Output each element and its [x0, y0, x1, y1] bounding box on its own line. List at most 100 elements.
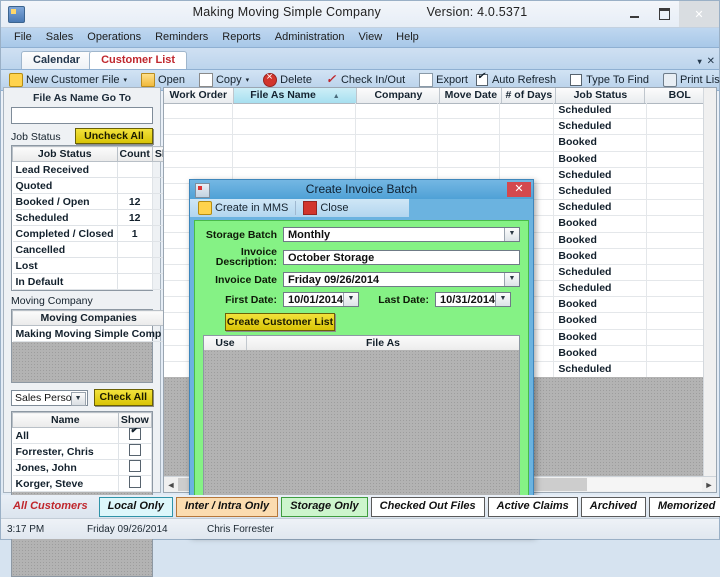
checkbox-icon[interactable] — [128, 444, 141, 456]
table-row[interactable]: Korger, Steve — [12, 475, 153, 492]
scroll-right-icon[interactable]: ► — [702, 480, 716, 490]
menu-item-operations[interactable]: Operations — [80, 28, 148, 47]
cell-job-status: Booked — [554, 297, 647, 313]
create-customer-list-button[interactable]: Create Customer List — [225, 313, 335, 331]
maximize-button[interactable] — [649, 1, 679, 27]
moving-company-empty-area — [12, 342, 152, 382]
chevron-down-icon[interactable]: ▼ — [343, 293, 358, 306]
table-row[interactable]: Booked — [164, 151, 716, 168]
col-use[interactable]: Use — [204, 336, 247, 350]
checkbox-icon[interactable] — [475, 71, 488, 86]
table-row[interactable]: All — [12, 427, 153, 444]
col-name[interactable]: Name — [12, 412, 119, 428]
scroll-left-icon[interactable]: ◄ — [164, 480, 178, 490]
table-row[interactable]: Lost — [12, 257, 186, 274]
status-bar: 3:17 PM Friday 09/26/2014 Chris Forreste… — [1, 518, 719, 539]
vertical-scrollbar[interactable] — [703, 88, 716, 477]
uncheck-all-job-status-button[interactable]: Uncheck All — [75, 128, 153, 144]
dialog-close-button[interactable]: ✕ — [507, 182, 531, 197]
file-as-name-goto-input[interactable] — [11, 107, 153, 124]
col-file-as[interactable]: File As — [247, 336, 519, 350]
menu-item-file[interactable]: File — [7, 28, 39, 47]
menu-item-reminders[interactable]: Reminders — [148, 28, 215, 47]
invoice-grid-body[interactable] — [204, 350, 519, 514]
create-in-mms-button[interactable]: Create in MMS — [194, 199, 292, 217]
menu-item-sales[interactable]: Sales — [39, 28, 81, 47]
col-company[interactable]: Company — [357, 88, 441, 103]
bottom-tab-memorized[interactable]: Memorized — [648, 497, 720, 517]
chevron-down-icon[interactable]: ▼ — [495, 293, 510, 306]
col-move-date[interactable]: Move Date — [440, 88, 503, 103]
col-moving-companies[interactable]: Moving Companies — [11, 310, 166, 326]
table-row[interactable]: Scheduled 12 — [12, 209, 186, 226]
sp-show[interactable] — [118, 475, 153, 492]
cell-company — [356, 119, 439, 135]
menu-item-reports[interactable]: Reports — [215, 28, 268, 47]
invoice-description-row: Invoice Description: October Storage — [203, 247, 520, 267]
checkbox-icon[interactable] — [128, 428, 141, 440]
close-dialog-button[interactable]: Close — [299, 199, 352, 217]
bottom-tab-all-customers[interactable]: All Customers — [5, 498, 96, 516]
table-row[interactable]: Booked — [164, 135, 716, 152]
bottom-tab-local-only[interactable]: Local Only — [98, 497, 173, 517]
chevron-down-icon[interactable]: ▾ — [124, 76, 128, 84]
bottom-tab-archived[interactable]: Archived — [580, 497, 646, 517]
invoice-date-select[interactable]: Friday 09/26/2014 ▼ — [283, 272, 520, 287]
menu-item-administration[interactable]: Administration — [268, 28, 352, 47]
table-row[interactable]: Completed / Closed 1 — [12, 225, 186, 242]
table-row[interactable]: Booked / Open 12 — [12, 193, 186, 210]
cell-work-order — [164, 103, 234, 119]
sp-show[interactable] — [118, 443, 153, 460]
chevron-down-icon[interactable]: ▾ — [246, 76, 250, 84]
bottom-tab-checked-out-files[interactable]: Checked Out Files — [370, 497, 485, 517]
bottom-tab-inter-intra-only[interactable]: Inter / Intra Only — [175, 497, 279, 517]
bottom-tab-active-claims[interactable]: Active Claims — [487, 497, 578, 517]
tab-strip-controls[interactable]: ▾ ✕ — [698, 56, 715, 67]
check-all-sales-person-button[interactable]: Check All — [93, 389, 153, 406]
chevron-down-icon[interactable]: ▼ — [504, 228, 519, 241]
col-show[interactable]: Show — [117, 412, 153, 428]
table-row[interactable]: Scheduled — [164, 119, 716, 136]
cell-company — [356, 135, 439, 151]
table-row[interactable]: Jones, John — [12, 459, 153, 476]
bottom-tab-storage-only[interactable]: Storage Only — [281, 497, 368, 517]
close-window-button[interactable]: ✕ — [679, 1, 719, 27]
last-date-label: Last Date: — [378, 293, 429, 306]
invoice-description-input[interactable]: October Storage — [283, 249, 520, 265]
table-row[interactable]: Quoted — [12, 177, 186, 194]
menubar: File Sales Operations Reminders Reports … — [1, 28, 719, 48]
sp-show[interactable] — [118, 427, 153, 444]
invoice-date-row: Invoice Date Friday 09/26/2014 ▼ — [203, 272, 520, 287]
menu-item-view[interactable]: View — [352, 28, 390, 47]
last-date-input[interactable]: 10/31/2014 ▼ — [435, 292, 511, 307]
col-count[interactable]: Count — [116, 146, 153, 162]
toolbar-separator — [295, 201, 297, 215]
tab-customer-list[interactable]: Customer List — [89, 51, 188, 69]
first-date-input[interactable]: 10/01/2014 ▼ — [283, 292, 359, 307]
checkbox-icon[interactable] — [570, 74, 583, 86]
sales-person-select[interactable]: Sales Person ▼ — [11, 389, 88, 406]
js-name: Scheduled — [12, 209, 118, 226]
menu-item-help[interactable]: Help — [389, 28, 426, 47]
storage-batch-select[interactable]: Monthly ▼ — [283, 227, 520, 242]
sp-show[interactable] — [118, 459, 153, 476]
col-job-status[interactable]: Job Status — [556, 88, 646, 103]
table-row[interactable]: Scheduled — [164, 103, 716, 120]
table-row[interactable]: Cancelled — [12, 241, 186, 258]
job-status-label: Job Status — [11, 131, 61, 143]
table-row[interactable]: Forrester, Chris — [12, 443, 153, 460]
tab-calendar[interactable]: Calendar — [21, 51, 93, 69]
col-job-status[interactable]: Job Status — [12, 146, 118, 162]
cell-file-as-name — [233, 119, 356, 135]
minimize-button[interactable] — [619, 1, 649, 27]
col-work-order[interactable]: Work Order — [164, 88, 234, 103]
table-row[interactable]: Lead Received — [12, 161, 186, 178]
col-num-days[interactable]: # of Days — [502, 88, 557, 103]
col-file-as-name[interactable]: File As Name ▲ — [233, 88, 358, 103]
checkbox-icon[interactable] — [128, 460, 141, 472]
table-row[interactable]: In Default — [12, 273, 186, 290]
checkbox-icon[interactable] — [128, 476, 141, 488]
js-count — [117, 257, 153, 274]
chevron-down-icon[interactable]: ▼ — [504, 273, 519, 286]
chevron-down-icon[interactable]: ▼ — [70, 391, 86, 406]
